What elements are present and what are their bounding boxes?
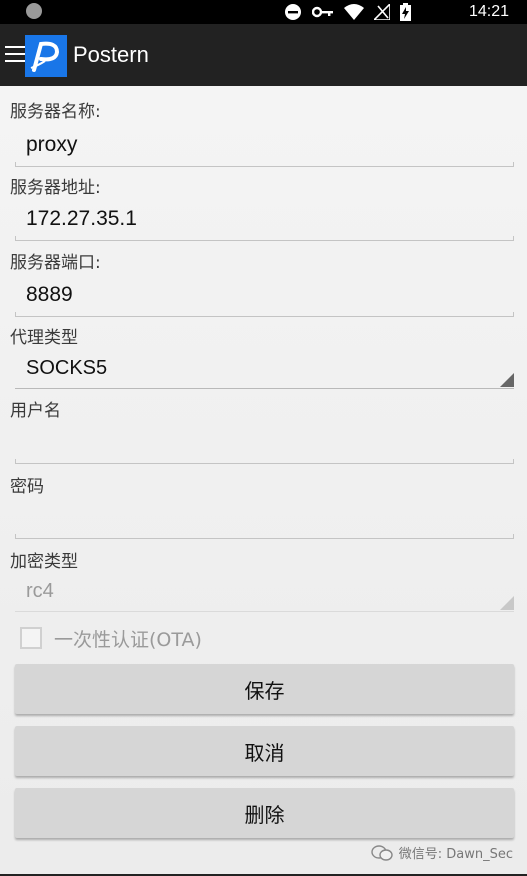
server-port-field[interactable]: 8889 xyxy=(15,277,514,317)
proxy-type-label: 代理类型 xyxy=(10,328,78,348)
dropdown-arrow-icon xyxy=(500,373,514,387)
username-label: 用户名 xyxy=(10,401,61,421)
wechat-icon xyxy=(371,844,393,861)
server-name-value: proxy xyxy=(26,133,78,156)
dropdown-arrow-icon xyxy=(500,596,514,610)
hamburger-menu-icon[interactable] xyxy=(5,46,25,62)
save-button[interactable]: 保存 xyxy=(15,664,514,714)
wifi-icon xyxy=(344,4,364,20)
encryption-type-value: rc4 xyxy=(26,580,54,602)
watermark-text: 微信号: Dawn_Sec xyxy=(398,847,513,862)
status-time: 14:21 xyxy=(468,3,509,20)
do-not-disturb-icon xyxy=(285,4,301,20)
vpn-key-icon xyxy=(312,6,333,18)
password-label: 密码 xyxy=(10,477,44,497)
delete-button[interactable]: 删除 xyxy=(15,788,514,838)
server-form: 服务器名称: proxy 服务器地址: 172.27.35.1 服务器端口: 8… xyxy=(0,86,527,846)
no-signal-icon xyxy=(374,4,390,20)
server-address-label: 服务器地址: xyxy=(10,178,101,198)
ota-checkbox-row[interactable]: 一次性认证(OTA) xyxy=(20,623,202,653)
username-field[interactable] xyxy=(15,424,514,464)
proxy-type-value: SOCKS5 xyxy=(26,357,108,379)
password-field[interactable] xyxy=(15,499,514,539)
server-port-value: 8889 xyxy=(26,283,73,306)
encryption-type-label: 加密类型 xyxy=(10,552,78,572)
server-port-label: 服务器端口: xyxy=(10,253,101,273)
status-icons xyxy=(284,2,411,22)
cancel-button[interactable]: 取消 xyxy=(15,726,514,776)
status-bar: 14:21 xyxy=(0,0,527,24)
app-title: Postern xyxy=(73,42,149,67)
wechat-watermark: 微信号: Dawn_Sec xyxy=(371,843,513,862)
server-address-field[interactable]: 172.27.35.1 xyxy=(15,201,514,241)
proxy-type-dropdown[interactable]: SOCKS5 xyxy=(15,349,514,389)
server-name-field[interactable]: proxy xyxy=(15,127,514,167)
app-bar: Postern xyxy=(0,24,527,86)
server-name-label: 服务器名称: xyxy=(10,102,101,122)
ota-checkbox[interactable] xyxy=(20,627,42,649)
encryption-type-dropdown[interactable]: rc4 xyxy=(15,572,514,612)
ota-checkbox-label: 一次性认证(OTA) xyxy=(54,628,202,651)
battery-icon xyxy=(400,3,411,21)
postern-logo xyxy=(25,35,67,77)
server-address-value: 172.27.35.1 xyxy=(26,207,137,230)
notification-dot-icon xyxy=(26,3,42,19)
